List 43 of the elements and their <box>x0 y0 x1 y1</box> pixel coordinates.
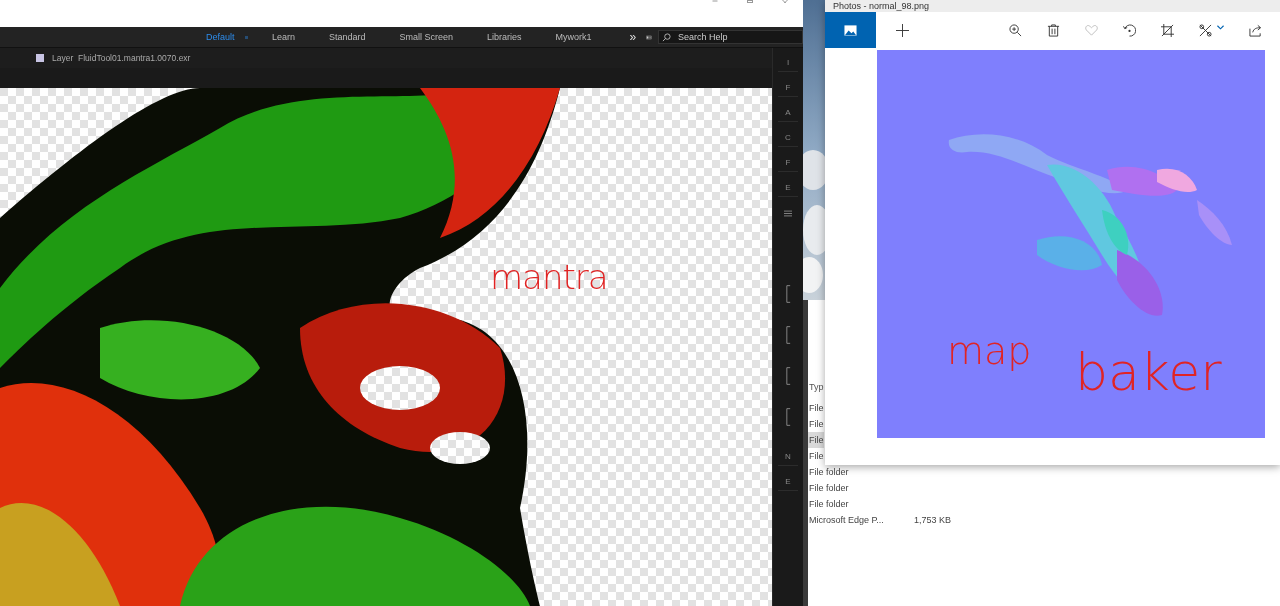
bracket-icon <box>785 325 791 345</box>
panel-tab[interactable]: F <box>778 79 798 97</box>
edit-icon <box>1199 23 1212 37</box>
image-icon <box>844 23 857 37</box>
workspace-tab[interactable]: Learn <box>271 32 295 42</box>
workspace-tab[interactable]: Libraries <box>487 32 522 42</box>
zoom-in-icon[interactable] <box>1009 23 1022 37</box>
layer-swatch-icon <box>36 54 44 62</box>
collection-button[interactable] <box>825 12 876 48</box>
file-type: Microsoft Edge P... <box>809 515 884 525</box>
handwritten-note: mantra <box>490 260 608 294</box>
panel-tab[interactable]: E <box>778 473 798 491</box>
panel-tab[interactable]: C <box>778 129 798 147</box>
panel-tab[interactable]: N <box>778 448 798 466</box>
workspace-tab[interactable]: Standard <box>329 32 366 42</box>
file-size: 1,753 KB <box>913 515 951 525</box>
workspace-tab[interactable]: Small Screen <box>399 32 454 42</box>
rotate-icon[interactable] <box>1123 23 1136 37</box>
panel-title: Layer FluidTool01.mantra1.0070.exr <box>52 53 191 63</box>
overflow-button[interactable]: » <box>629 30 637 44</box>
share-icon[interactable] <box>1249 23 1262 37</box>
workspace-tab[interactable]: Mywork1 <box>555 32 592 42</box>
panel-tab[interactable]: E <box>778 179 798 197</box>
handwritten-note: baker <box>1075 346 1222 398</box>
edit-button[interactable] <box>1199 23 1224 37</box>
bracket-icon <box>785 366 791 386</box>
delete-icon[interactable] <box>1047 23 1060 37</box>
crop-icon[interactable] <box>1161 23 1174 37</box>
caret-icon <box>1217 24 1224 30</box>
maximize-icon[interactable] <box>744 0 756 6</box>
search-field[interactable]: Search Help <box>658 30 803 44</box>
search-icon <box>662 32 671 42</box>
window-title: Photos - normal_98.png <box>833 1 930 11</box>
handwritten-note: map <box>947 332 1032 370</box>
file-row[interactable]: Microsoft Edge P... 1,753 KB <box>808 512 951 528</box>
column-header[interactable]: Typ <box>808 380 824 400</box>
panel-icon[interactable] <box>646 32 652 42</box>
bracket-icon <box>785 284 791 304</box>
add-icon[interactable] <box>896 23 909 37</box>
bracket-icon <box>785 407 791 427</box>
panel-tab[interactable]: F <box>778 154 798 172</box>
panel-tab[interactable]: A <box>778 104 798 122</box>
workspace-tab[interactable]: Default <box>206 32 235 42</box>
